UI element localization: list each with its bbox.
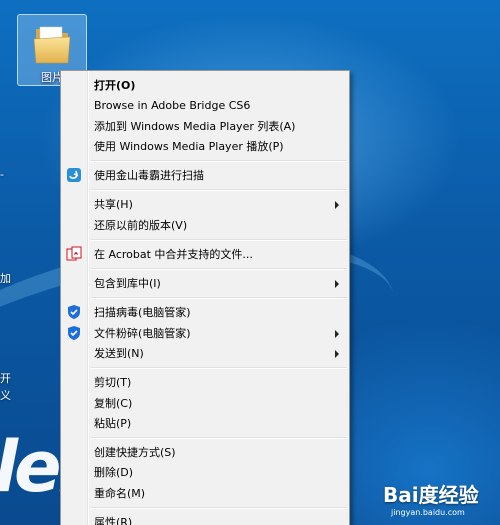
acrobat-icon (66, 246, 82, 261)
menu-item-label: 文件粉碎(电脑管家) (94, 327, 191, 340)
menu-separator (91, 189, 347, 191)
menu-item-label: 剪切(T) (94, 376, 132, 389)
menu-item-label: 创建快捷方式(S) (94, 446, 176, 459)
menu-item-kingsoft-scan[interactable]: 使用金山毒霸进行扫描 (63, 165, 347, 186)
desktop-edge-text[interactable]: 义 (0, 387, 11, 403)
desktop-edge-text[interactable]: 加 (0, 270, 11, 286)
desktop-edge-text[interactable]: 开 (0, 370, 11, 386)
menu-item-properties[interactable]: 属性(R) (63, 512, 347, 525)
menu-item-send-to[interactable]: 发送到(N) (63, 343, 347, 364)
menu-item-label: Browse in Adobe Bridge CS6 (94, 99, 251, 112)
menu-item-label: 还原以前的版本(V) (94, 219, 188, 232)
menu-separator (91, 297, 347, 299)
menu-separator (91, 507, 347, 509)
menu-item-rename[interactable]: 重命名(M) (63, 483, 347, 504)
kingsoft-antivirus-icon (67, 168, 81, 182)
menu-separator (91, 160, 347, 162)
folder-icon (33, 26, 71, 64)
menu-item-label: 添加到 Windows Media Player 列表(A) (94, 120, 296, 133)
menu-item-label: 共享(H) (94, 198, 133, 211)
menu-item-cut[interactable]: 剪切(T) (63, 372, 347, 393)
submenu-arrow-icon (335, 330, 339, 338)
menu-item-label: 在 Acrobat 中合并支持的文件... (94, 248, 253, 261)
menu-item-paste[interactable]: 粘贴(P) (63, 413, 347, 434)
menu-item-label: 使用金山毒霸进行扫描 (94, 169, 204, 182)
menu-item-restore-versions[interactable]: 还原以前的版本(V) (63, 215, 347, 236)
menu-item-delete[interactable]: 删除(D) (63, 462, 347, 483)
tencent-guard-icon (68, 326, 80, 340)
menu-item-acrobat-merge[interactable]: 在 Acrobat 中合并支持的文件... (63, 244, 347, 265)
submenu-arrow-icon (335, 201, 339, 209)
menu-item-create-shortcut[interactable]: 创建快捷方式(S) (63, 442, 347, 463)
menu-separator (91, 367, 347, 369)
tencent-guard-icon (68, 305, 80, 319)
submenu-arrow-icon (335, 350, 339, 358)
menu-separator (91, 239, 347, 241)
menu-item-copy[interactable]: 复制(C) (63, 393, 347, 414)
menu-item-browse-bridge[interactable]: Browse in Adobe Bridge CS6 (63, 95, 347, 116)
baidu-jingyan-watermark: Bai度经验 jingyan.baidu.com (383, 479, 498, 523)
menu-item-include-library[interactable]: 包含到库中(I) (63, 273, 347, 294)
menu-item-label: 打开(O) (94, 79, 136, 92)
desktop-background: leı - 加 开 义 图片 打开(O) Browse in Adobe Bri… (0, 0, 500, 525)
watermark-brand: Bai度经验 (383, 483, 479, 507)
menu-item-share[interactable]: 共享(H) (63, 194, 347, 215)
menu-item-label: 发送到(N) (94, 347, 144, 360)
menu-item-scan-virus-guard[interactable]: 扫描病毒(电脑管家) (63, 302, 347, 323)
menu-item-label: 使用 Windows Media Player 播放(P) (94, 140, 284, 153)
watermark-url: jingyan.baidu.com (391, 508, 465, 517)
context-menu: 打开(O) Browse in Adobe Bridge CS6 添加到 Win… (60, 70, 350, 525)
menu-separator (91, 437, 347, 439)
submenu-arrow-icon (335, 280, 339, 288)
menu-item-add-wmp-list[interactable]: 添加到 Windows Media Player 列表(A) (63, 116, 347, 137)
menu-item-label: 属性(R) (94, 516, 133, 525)
menu-item-play-wmp[interactable]: 使用 Windows Media Player 播放(P) (63, 136, 347, 157)
menu-item-open[interactable]: 打开(O) (63, 75, 347, 96)
menu-item-label: 包含到库中(I) (94, 277, 161, 290)
menu-item-shred-file-guard[interactable]: 文件粉碎(电脑管家) (63, 323, 347, 344)
menu-item-label: 复制(C) (94, 397, 133, 410)
menu-item-label: 扫描病毒(电脑管家) (94, 306, 191, 319)
menu-separator (91, 268, 347, 270)
menu-item-label: 删除(D) (94, 466, 134, 479)
menu-item-label: 粘贴(P) (94, 417, 132, 430)
menu-item-label: 重命名(M) (94, 487, 146, 500)
desktop-edge-text: - (0, 168, 4, 181)
